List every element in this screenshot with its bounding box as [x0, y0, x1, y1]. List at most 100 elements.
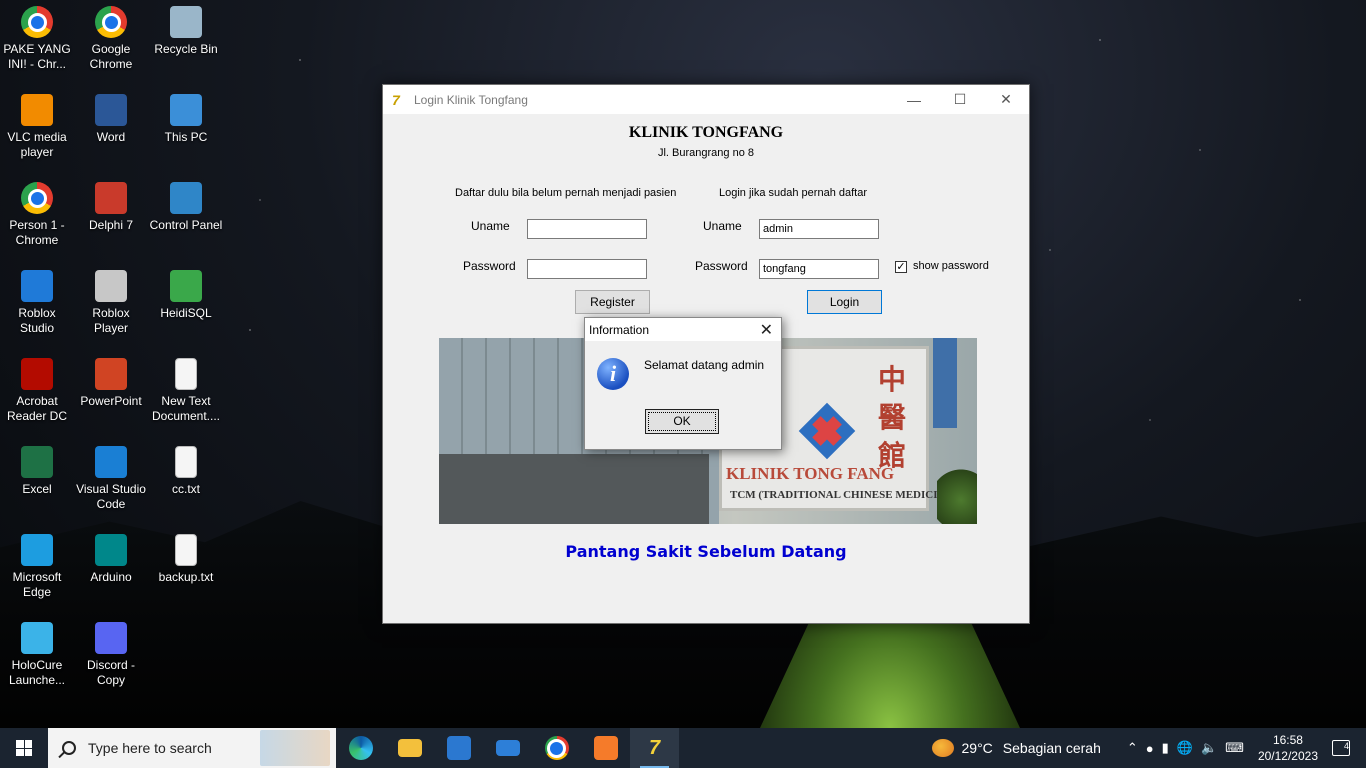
desktop-icon[interactable]: Arduino [74, 534, 148, 585]
acrobat-icon [21, 358, 53, 390]
edge-icon [21, 534, 53, 566]
login-button[interactable]: Login [807, 290, 882, 314]
desktop-icon[interactable]: Roblox Player [74, 270, 148, 336]
desktop-icon[interactable]: HoloCure Launche... [0, 622, 74, 688]
taskbar-mail[interactable] [483, 728, 532, 768]
delphi-icon: 7 [648, 737, 661, 759]
show-password-checkbox[interactable]: ✓ [895, 261, 907, 273]
register-password-input[interactable] [527, 259, 647, 279]
taskbar-search-box[interactable]: Type here to search [48, 728, 336, 768]
weather-icon[interactable] [931, 739, 954, 757]
desktop-icon-label: Visual Studio Code [76, 482, 146, 511]
taskbar-xampp[interactable] [581, 728, 630, 768]
window-titlebar[interactable]: 7 Login Klinik Tongfang — ☐ ✕ [383, 85, 1029, 114]
desktop-icon-label: Microsoft Edge [12, 570, 62, 599]
desktop-icon[interactable]: Google Chrome [74, 6, 148, 72]
clock-time: 16:58 [1272, 733, 1303, 747]
desktop-icon[interactable]: Excel [0, 446, 74, 497]
desktop-icon[interactable]: Delphi 7 [74, 182, 148, 233]
desktop-icon[interactable]: Recycle Bin [149, 6, 223, 57]
network-icon[interactable]: 🌐 [1177, 740, 1193, 756]
meet-now-icon[interactable]: ● [1146, 741, 1154, 756]
chrome-icon [21, 6, 53, 38]
desktop-icon[interactable]: Discord - Copy [74, 622, 148, 688]
login-uname-input[interactable] [759, 219, 879, 239]
desktop-icon[interactable]: Control Panel [149, 182, 223, 233]
minimize-button[interactable]: — [891, 85, 937, 114]
desktop-icon[interactable]: This PC [149, 94, 223, 145]
desktop-icon[interactable]: Microsoft Edge [0, 534, 74, 600]
dialog-titlebar[interactable]: Information ✕ [585, 318, 781, 341]
ok-button[interactable]: OK [645, 409, 719, 434]
taskbar-edge[interactable] [336, 728, 385, 768]
desktop-icon-label: New Text Document.... [151, 394, 221, 423]
start-button[interactable] [0, 728, 48, 768]
information-icon: i [597, 358, 629, 390]
desktop-icon[interactable]: backup.txt [149, 534, 223, 585]
notification-icon[interactable]: 4 [1332, 740, 1350, 756]
desktop-icon[interactable]: Person 1 - Chrome [0, 182, 74, 248]
desktop-icon-label: Excel [22, 482, 52, 496]
desktop-icon[interactable]: HeidiSQL [149, 270, 223, 321]
desktop-icon[interactable]: cc.txt [149, 446, 223, 497]
desktop-icon-label: HoloCure Launche... [8, 658, 66, 687]
desktop-icon-label: Acrobat Reader DC [6, 394, 68, 423]
text-file-icon [175, 358, 197, 390]
weather-temperature[interactable]: 29°C [962, 740, 993, 756]
chrome-icon [544, 736, 569, 760]
register-password-label: Password [463, 259, 516, 273]
store-icon [446, 736, 471, 760]
register-uname-input[interactable] [527, 219, 647, 239]
taskbar-delphi[interactable]: 7 [630, 728, 679, 768]
roblox-studio-icon [21, 270, 53, 302]
taskbar-file-explorer[interactable] [385, 728, 434, 768]
mail-icon [495, 740, 520, 756]
desktop-icon-label: backup.txt [158, 570, 214, 584]
desktop-icon[interactable]: Visual Studio Code [74, 446, 148, 512]
desktop-icon[interactable]: Word [74, 94, 148, 145]
taskbar-chrome[interactable] [532, 728, 581, 768]
desktop-icon[interactable]: PAKE YANG INI! - Chr... [0, 6, 74, 72]
vlc-icon [21, 94, 53, 126]
text-file-icon [175, 446, 197, 478]
desktop-icon-label: PowerPoint [80, 394, 142, 408]
slogan: Pantang Sakit Sebelum Datang [565, 542, 847, 561]
roblox-icon [95, 270, 127, 302]
sign-chinese-text: 中 醫 館 [878, 364, 907, 471]
medical-cross-icon [798, 402, 856, 460]
login-password-input[interactable] [759, 259, 879, 279]
desktop-icon[interactable]: New Text Document.... [149, 358, 223, 424]
desktop-icon[interactable]: Acrobat Reader DC [0, 358, 74, 424]
word-icon [95, 94, 127, 126]
desktop-icon-label: This PC [164, 130, 208, 144]
desktop-icon-label: Roblox Player [92, 306, 130, 335]
excel-icon [21, 446, 53, 478]
register-uname-label: Uname [471, 219, 510, 233]
desktop-icon[interactable]: Roblox Studio [0, 270, 74, 336]
delphi-app-icon: 7 [392, 91, 400, 108]
recycle-bin-icon [170, 6, 202, 38]
chevron-up-icon[interactable]: ⌃ [1127, 740, 1138, 756]
desktop-icon-label: PAKE YANG INI! - Chr... [3, 42, 71, 71]
taskbar-store[interactable] [434, 728, 483, 768]
show-password-label: show password [913, 260, 989, 272]
register-button[interactable]: Register [575, 290, 650, 314]
maximize-button[interactable]: ☐ [937, 85, 983, 114]
desktop-icon[interactable]: VLC media player [0, 94, 74, 160]
keyboard-icon[interactable]: ⌨ [1225, 740, 1244, 756]
close-button[interactable]: ✕ [983, 85, 1029, 114]
desktop-icon-label: VLC media player [7, 130, 67, 159]
desktop-icon[interactable]: PowerPoint [74, 358, 148, 409]
photo-tree [937, 464, 977, 524]
clock[interactable]: 16:58 20/12/2023 [1258, 732, 1318, 764]
desktop-icon-label: Word [96, 130, 126, 144]
chrome-icon [21, 182, 53, 214]
desktop-icon-label: Control Panel [149, 218, 223, 232]
dialog-title: Information [589, 323, 650, 337]
weather-description[interactable]: Sebagian cerah [1003, 740, 1101, 756]
discord-icon [95, 622, 127, 654]
login-heading: Login jika sudah pernah daftar [719, 187, 867, 199]
volume-icon[interactable]: 🔈 [1201, 740, 1217, 756]
battery-icon[interactable]: ▮ [1162, 740, 1169, 756]
dialog-close-icon[interactable]: ✕ [760, 320, 773, 340]
